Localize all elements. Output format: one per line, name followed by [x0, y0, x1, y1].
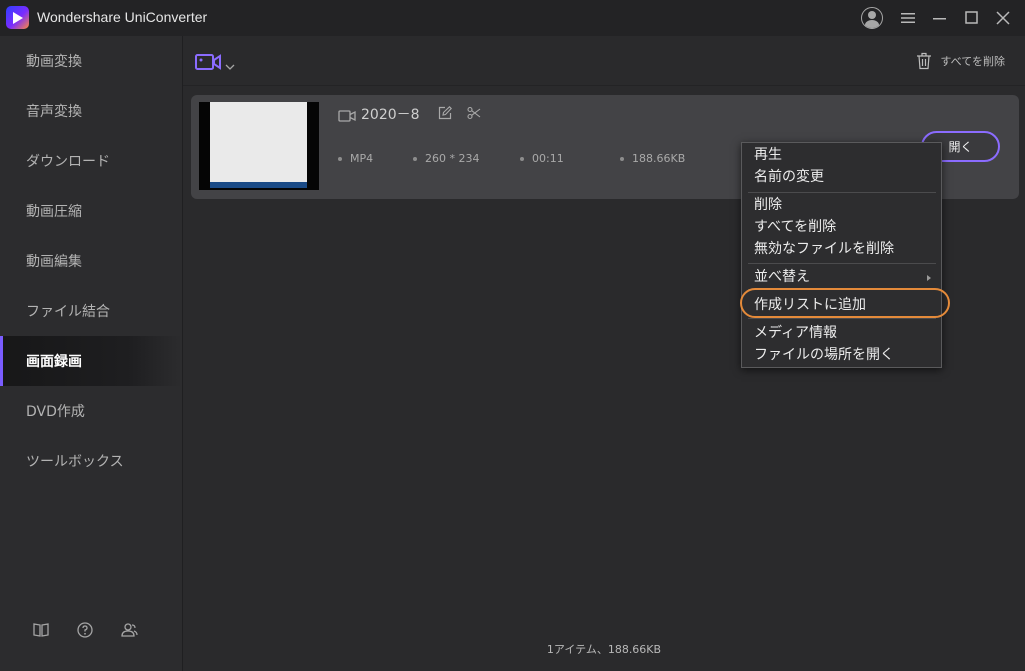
minimize-icon[interactable] [928, 6, 952, 30]
menu-item-delete-invalid[interactable]: 無効なファイルを削除 [754, 238, 894, 258]
delete-all-label: すべてを削除 [940, 55, 1005, 68]
sidebar-item-toolbox[interactable]: ツールボックス [0, 436, 182, 486]
maximize-icon[interactable] [960, 6, 984, 30]
sidebar-item-label: ツールボックス [26, 454, 124, 470]
close-icon[interactable] [991, 6, 1015, 30]
users-icon[interactable] [120, 621, 138, 639]
menu-separator [748, 263, 936, 264]
file-duration: 00:11 [520, 152, 564, 165]
sidebar-item-audio-convert[interactable]: 音声変換 [0, 86, 182, 136]
submenu-arrow-icon [927, 275, 931, 281]
file-name: 2020－8 [361, 107, 420, 123]
video-thumbnail[interactable] [199, 102, 319, 190]
context-menu: 再生 名前の変更 削除 すべてを削除 無効なファイルを削除 並べ替え 作成リスト… [741, 142, 942, 368]
sidebar-item-label: 動画圧縮 [26, 204, 82, 220]
status-bar: 1アイテム、188.66KB [546, 643, 662, 656]
sidebar-item-compress[interactable]: 動画圧縮 [0, 186, 182, 236]
menu-separator [748, 318, 936, 319]
delete-all-button[interactable]: すべてを削除 [916, 52, 1005, 70]
trash-icon [917, 52, 932, 70]
sidebar-item-merge[interactable]: ファイル結合 [0, 286, 182, 336]
sidebar-footer [0, 621, 183, 645]
menu-item-media-info[interactable]: メディア情報 [754, 322, 837, 342]
file-resolution: 260 * 234 [413, 152, 479, 165]
sidebar-item-edit[interactable]: 動画編集 [0, 236, 182, 286]
menu-item-delete[interactable]: 削除 [754, 194, 782, 214]
menu-item-add-to-list[interactable]: 作成リストに追加 [754, 294, 866, 314]
app-window: Wondershare UniConverter 動画変換 音声変換 ダウンロー… [0, 0, 1025, 671]
sidebar-item-label: ファイル結合 [26, 304, 110, 320]
sidebar-item-label: 動画変換 [26, 54, 82, 70]
sidebar-item-dvd[interactable]: DVD作成 [0, 386, 182, 436]
video-icon [338, 107, 356, 122]
menu-separator [748, 192, 936, 193]
app-logo [6, 6, 29, 29]
menu-item-rename[interactable]: 名前の変更 [754, 166, 824, 186]
toolbar: すべてを削除 [183, 36, 1025, 86]
menu-item-play[interactable]: 再生 [754, 144, 782, 164]
sidebar-item-label: ダウンロード [26, 154, 110, 170]
edit-icon[interactable] [438, 105, 452, 120]
menu-item-delete-all[interactable]: すべてを削除 [754, 216, 836, 236]
file-size: 188.66KB [620, 152, 685, 165]
menu-icon[interactable] [896, 6, 920, 30]
record-camera-icon[interactable] [195, 52, 225, 72]
sidebar-item-label: DVD作成 [26, 404, 85, 420]
menu-item-sort[interactable]: 並べ替え [754, 266, 810, 286]
sidebar-item-label: 音声変換 [26, 104, 82, 120]
scissors-icon[interactable] [467, 105, 481, 120]
help-icon[interactable] [76, 621, 94, 639]
sidebar-item-video-convert[interactable]: 動画変換 [0, 36, 182, 86]
sidebar-item-label: 画面録画 [26, 354, 82, 370]
sidebar-item-download[interactable]: ダウンロード [0, 136, 182, 186]
account-icon[interactable] [860, 6, 884, 30]
sidebar-item-screen-record[interactable]: 画面録画 [0, 336, 182, 386]
book-icon[interactable] [32, 621, 50, 639]
file-format: MP4 [338, 152, 373, 165]
chevron-down-icon[interactable] [225, 56, 235, 75]
sidebar: 動画変換 音声変換 ダウンロード 動画圧縮 動画編集 ファイル結合 画面録画 D… [0, 36, 183, 671]
sidebar-item-label: 動画編集 [26, 254, 82, 270]
title-bar: Wondershare UniConverter [0, 0, 1025, 36]
menu-separator [748, 289, 936, 290]
menu-item-open-location[interactable]: ファイルの場所を開く [754, 344, 894, 364]
app-title: Wondershare UniConverter [37, 9, 208, 25]
